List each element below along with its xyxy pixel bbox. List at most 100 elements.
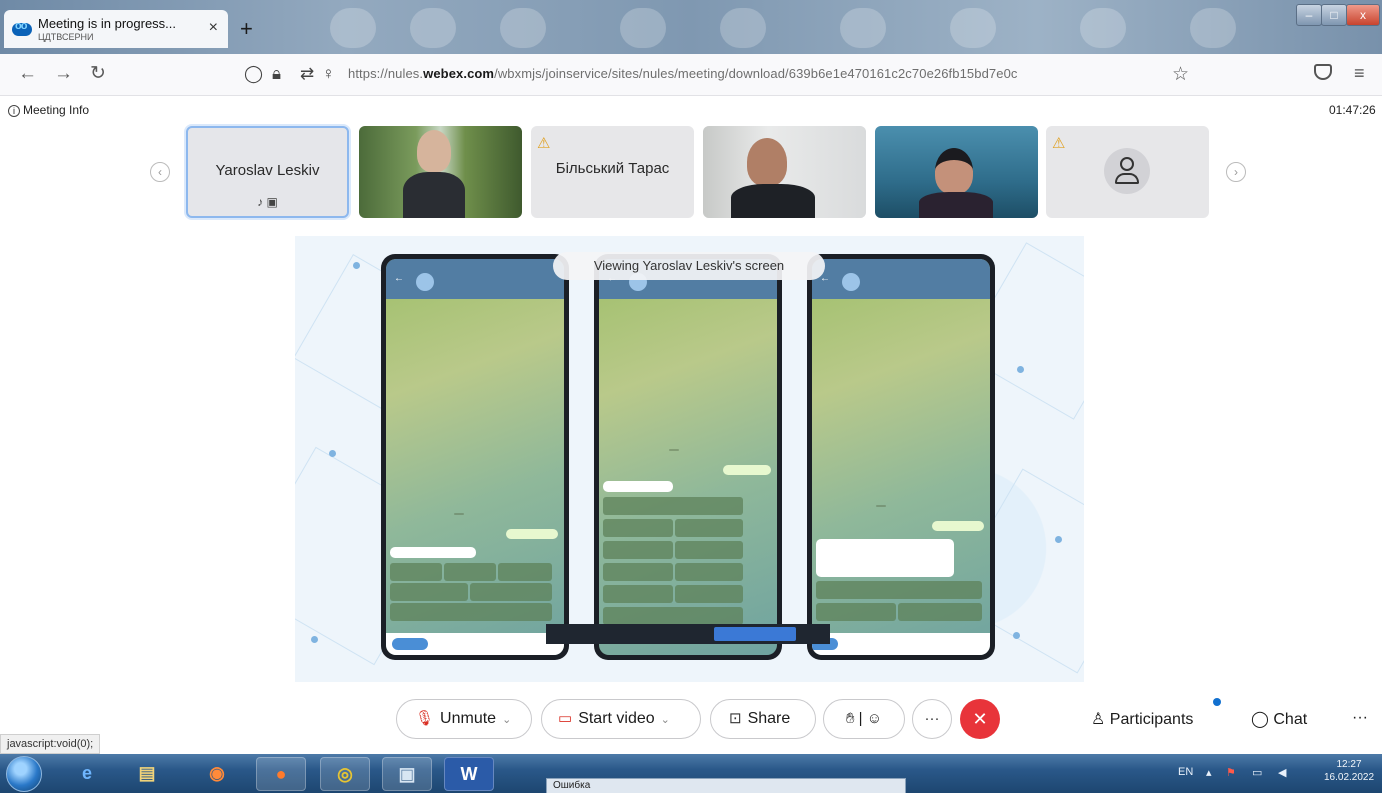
participant-tile-yaroslav[interactable]: Yaroslav Leskiv ♪ ▣ (186, 126, 349, 218)
file-explorer-icon[interactable]: ▤ (122, 757, 172, 791)
chrome-icon[interactable]: ◎ (320, 757, 370, 791)
chat-avatar (416, 273, 434, 291)
microphone-permission-icon[interactable]: ♀ (322, 64, 335, 84)
pocket-icon[interactable] (1314, 64, 1332, 80)
notice-button[interactable] (714, 627, 796, 641)
window-app-icon[interactable]: ▣ (382, 757, 432, 791)
chat-button[interactable]: ◯ Chat (1251, 709, 1307, 729)
url-path: /wbxmjs/joinservice/sites/nules/meeting/… (494, 66, 1018, 81)
participant-face (935, 148, 973, 194)
microphone-muted-icon: 🎙︎ (415, 710, 435, 727)
emoji-reaction-icon[interactable]: ☺ (867, 710, 882, 727)
back-arrow-icon[interactable]: ← (18, 62, 37, 86)
window-close-button[interactable]: x (1346, 4, 1380, 26)
warning-icon: ⚠ (537, 135, 551, 152)
message-bubble-out (723, 465, 771, 475)
participant-body (731, 184, 815, 218)
audio-icon: ♪ (257, 195, 264, 209)
input-language-indicator[interactable]: EN (1178, 766, 1193, 778)
participant-name: Більський Тарас (555, 160, 670, 177)
action-center-flag-icon[interactable]: ⚑ (1226, 766, 1236, 779)
dot-decoration (353, 262, 360, 269)
more-options-button[interactable]: ··· (912, 699, 952, 739)
keyboard-button (390, 583, 468, 601)
dot-decoration (1013, 632, 1020, 639)
internet-explorer-icon[interactable]: e (62, 757, 112, 791)
keyboard-button (675, 519, 743, 537)
tray-expand-icon[interactable]: ▴ (1206, 766, 1212, 779)
participant-video-3[interactable] (875, 126, 1038, 218)
window-maximize-button[interactable]: □ (1321, 4, 1347, 26)
start-video-label: Start video (578, 710, 655, 727)
keyboard-button (675, 541, 743, 559)
media-player-icon[interactable]: ◉ (192, 757, 242, 791)
keyboard-button (603, 563, 673, 581)
participant-tile-avatar[interactable]: ⚠ (1046, 126, 1209, 218)
keyboard-button (390, 603, 552, 621)
word-icon[interactable]: W (444, 757, 494, 791)
keyboard-button (603, 519, 673, 537)
chevron-down-icon[interactable]: ⌄ (502, 714, 511, 726)
notification-dot (1213, 698, 1221, 706)
participants-label: Participants (1109, 711, 1194, 728)
telegram-chat-screen: ← (386, 259, 564, 655)
end-meeting-button[interactable]: ✕ (960, 699, 1000, 739)
participant-tile-bilskyi[interactable]: ⚠ Більський Тарас (531, 126, 694, 218)
error-window-thumbnail[interactable]: Ошибка (546, 778, 906, 793)
lock-icon[interactable]: 🔒︎ (272, 64, 281, 84)
unmute-label: Unmute (440, 710, 497, 727)
hamburger-menu-icon[interactable]: ≡ (1354, 63, 1365, 84)
background-blur (1190, 8, 1236, 48)
viewing-screen-banner: Viewing Yaroslav Leskiv's screen (553, 252, 825, 280)
meeting-info-link[interactable]: i Meeting Info (8, 103, 89, 117)
date-chip (669, 449, 679, 451)
window-minimize-button[interactable]: – (1296, 4, 1322, 26)
reload-icon[interactable]: ↻ (90, 62, 106, 86)
share-button[interactable]: ⊡ Share (710, 699, 816, 739)
phone-screenshot-1: ← (381, 254, 569, 660)
firefox-icon[interactable]: ● (256, 757, 306, 791)
telegram-input-bar (386, 633, 564, 655)
volume-icon[interactable]: ◀ (1278, 766, 1286, 779)
screen-share-icon: ▣ (266, 195, 278, 209)
share-screen-icon: ⊡ (729, 710, 742, 727)
user-avatar-icon (1104, 148, 1150, 194)
chevron-down-icon[interactable]: ⌄ (661, 714, 670, 726)
unmute-button[interactable]: 🎙︎ Unmute ⌄ (396, 699, 532, 739)
dot-decoration (311, 636, 318, 643)
tab-subtitle: ЦДТВСЕРНИ (38, 32, 94, 42)
browser-tab-active[interactable]: Meeting is in progress... ЦДТВСЕРНИ × (4, 10, 228, 48)
tab-close-icon[interactable]: × (209, 19, 218, 37)
message-bubble-in (816, 539, 954, 577)
screen-root: Meeting is in progress... ЦДТВСЕРНИ × + … (0, 0, 1382, 793)
permissions-icon[interactable]: ⇄ (300, 64, 314, 84)
keyboard-button (675, 563, 743, 581)
meeting-info-label: Meeting Info (23, 103, 90, 117)
date-chip (876, 505, 886, 507)
background-blur (620, 8, 666, 48)
hand-raise-icon[interactable]: ✋︎ (846, 710, 855, 727)
new-tab-plus-icon[interactable]: + (240, 18, 253, 40)
participants-button[interactable]: ♙ Participants (1091, 709, 1193, 729)
bookmark-star-icon[interactable]: ☆ (1172, 63, 1189, 86)
participant-video-2[interactable] (703, 126, 866, 218)
share-label: Share (747, 710, 791, 727)
network-icon[interactable]: ▭ (1252, 766, 1262, 779)
taskbar-clock[interactable]: 12:27 16.02.2022 (1324, 758, 1374, 784)
keyboard-button (390, 563, 442, 581)
clock-time: 12:27 (1336, 759, 1362, 770)
webex-favicon-icon (12, 20, 32, 36)
forward-arrow-icon[interactable]: → (54, 62, 73, 86)
camera-off-icon: ▭ (558, 710, 573, 727)
strip-next-chevron-icon[interactable]: › (1226, 162, 1246, 182)
background-blur (720, 8, 766, 48)
start-video-button[interactable]: ▭ Start video ⌄ (541, 699, 701, 739)
shield-icon[interactable]: ◯ (244, 64, 263, 84)
chat-bubble-icon: ◯ (1251, 711, 1269, 728)
windows-start-orb-icon[interactable] (6, 756, 42, 792)
participant-video-1[interactable] (359, 126, 522, 218)
address-url[interactable]: https://nules.webex.com/wbxmjs/joinservi… (348, 66, 1018, 81)
strip-prev-chevron-icon[interactable]: ‹ (150, 162, 170, 182)
keyboard-button (470, 583, 552, 601)
overflow-menu-icon[interactable]: ··· (1352, 709, 1368, 727)
